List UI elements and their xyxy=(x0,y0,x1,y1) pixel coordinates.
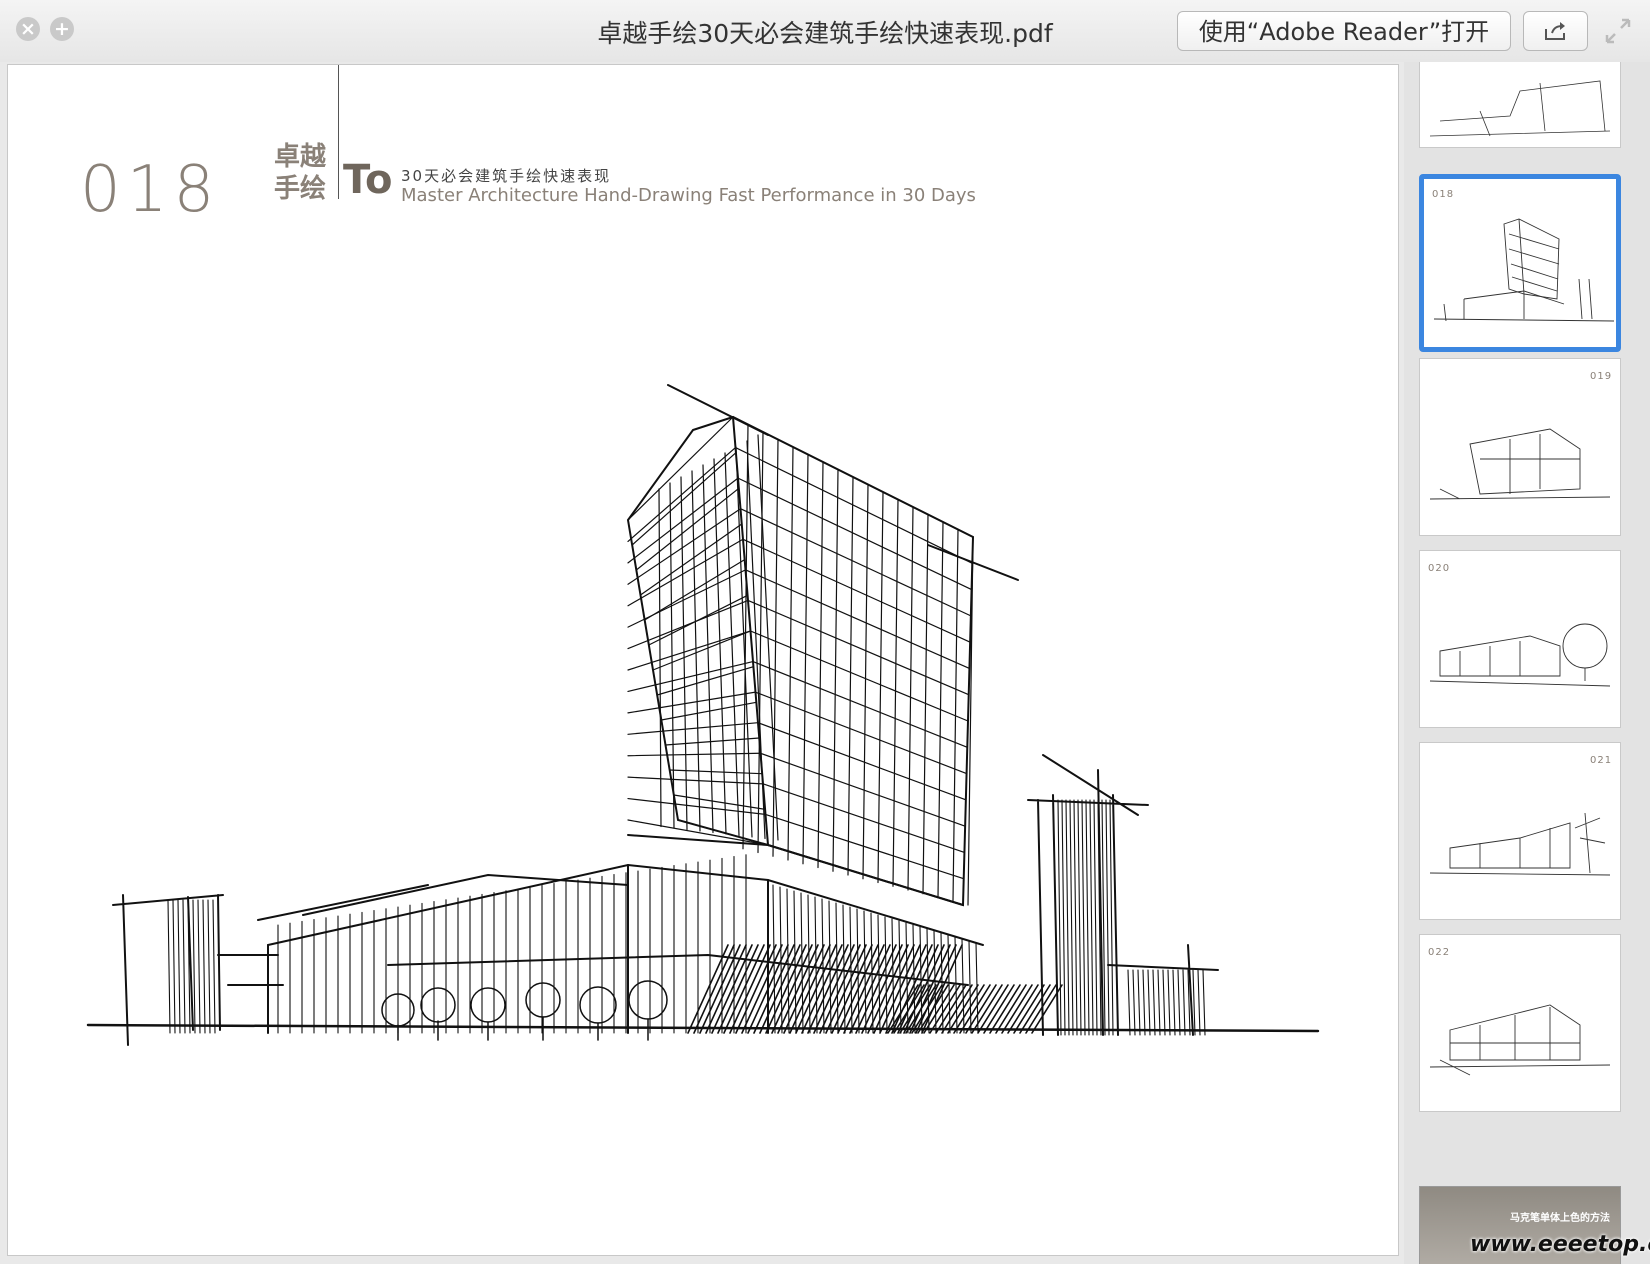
plus-icon[interactable]: + xyxy=(50,17,74,41)
watermark: www.eeeetop.com xyxy=(1470,1232,1650,1257)
subtitle-chinese: 30天必会建筑手绘快速表现 xyxy=(401,167,612,185)
brand-line-2: 手绘 xyxy=(273,174,326,204)
thumbnail-page-020[interactable]: 020 xyxy=(1419,550,1621,728)
share-button[interactable] xyxy=(1523,11,1588,51)
header-divider xyxy=(338,65,339,199)
subtitle-english: Master Architecture Hand-Drawing Fast Pe… xyxy=(401,185,976,206)
architectural-sketch xyxy=(86,384,1320,1046)
close-icon[interactable]: × xyxy=(16,17,40,41)
open-with-adobe-reader-button[interactable]: 使用“Adobe Reader”打开 xyxy=(1177,11,1511,51)
thumbnail-page-017[interactable] xyxy=(1419,62,1621,148)
page-number: 018 xyxy=(80,153,221,227)
fullscreen-icon[interactable] xyxy=(1605,18,1631,44)
thumbnail-page-019[interactable]: 019 xyxy=(1419,358,1621,536)
pdf-page: 018 卓越 手绘 To 30天必会建筑手绘快速表现 Master Archit… xyxy=(7,64,1399,1256)
thumbnail-page-018[interactable]: 018 xyxy=(1419,174,1621,352)
to-mark: To xyxy=(343,157,393,203)
title-bar: × + 卓越手绘30天必会建筑手绘快速表现.pdf 使用“Adobe Reade… xyxy=(0,0,1650,62)
thumbnail-page-021[interactable]: 021 xyxy=(1419,742,1621,920)
thumbnail-page-022[interactable]: 022 xyxy=(1419,934,1621,1112)
thumbnail-sidebar[interactable]: 018 019 020 021 022 马克笔单体上色的方法 xyxy=(1404,62,1650,1264)
brand-logo: 卓越 手绘 xyxy=(270,141,330,205)
thumbnail-label: 马克笔单体上色的方法 xyxy=(1510,1213,1610,1224)
brand-line-1: 卓越 xyxy=(273,142,326,172)
window-title: 卓越手绘30天必会建筑手绘快速表现.pdf xyxy=(597,19,1053,48)
share-icon xyxy=(1545,22,1565,40)
